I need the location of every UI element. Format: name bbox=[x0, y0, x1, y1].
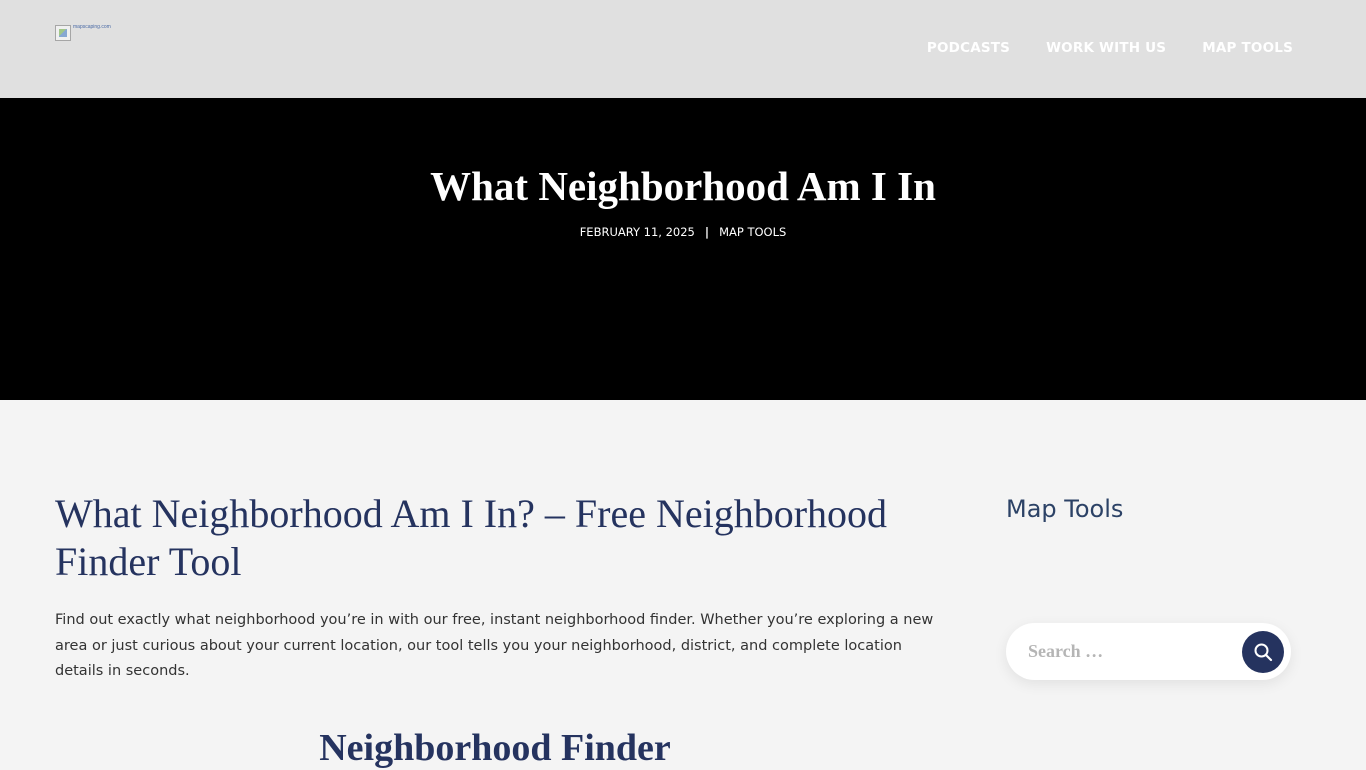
main-nav: PODCASTS WORK WITH US MAP TOOLS bbox=[927, 40, 1293, 56]
site-logo[interactable]: mapscaping.com bbox=[55, 25, 111, 41]
hero-title: What Neighborhood Am I In bbox=[430, 163, 936, 209]
nav-podcasts[interactable]: PODCASTS bbox=[927, 40, 1010, 56]
post-category-link[interactable]: MAP TOOLS bbox=[719, 225, 786, 239]
search-form bbox=[1006, 623, 1291, 680]
post-title: What Neighborhood Am I In? – Free Neighb… bbox=[55, 491, 888, 584]
nav-map-tools[interactable]: MAP TOOLS bbox=[1202, 40, 1293, 56]
tool-heading: Neighborhood Finder bbox=[319, 727, 671, 769]
meta-separator: | bbox=[704, 225, 710, 239]
widget-title: Map Tools bbox=[1006, 495, 1124, 523]
search-input[interactable] bbox=[1026, 635, 1236, 668]
logo-alt-text: mapscaping.com bbox=[73, 24, 111, 30]
post-meta: FEBRUARY 11, 2025 | MAP TOOLS bbox=[0, 225, 1366, 239]
post-intro: Find out exactly what neighborhood you’r… bbox=[55, 612, 934, 679]
search-button[interactable] bbox=[1242, 631, 1284, 673]
sidebar: Map Tools bbox=[1006, 492, 1296, 680]
post-date: FEBRUARY 11, 2025 bbox=[579, 225, 695, 239]
nav-work-with-us[interactable]: WORK WITH US bbox=[1046, 40, 1166, 56]
site-header: mapscaping.com PODCASTS WORK WITH US MAP… bbox=[0, 0, 1366, 98]
hero-banner: What Neighborhood Am I In FEBRUARY 11, 2… bbox=[0, 98, 1366, 400]
broken-image-icon bbox=[55, 25, 71, 41]
main-content: What Neighborhood Am I In? – Free Neighb… bbox=[55, 490, 935, 769]
search-icon bbox=[1254, 643, 1273, 662]
